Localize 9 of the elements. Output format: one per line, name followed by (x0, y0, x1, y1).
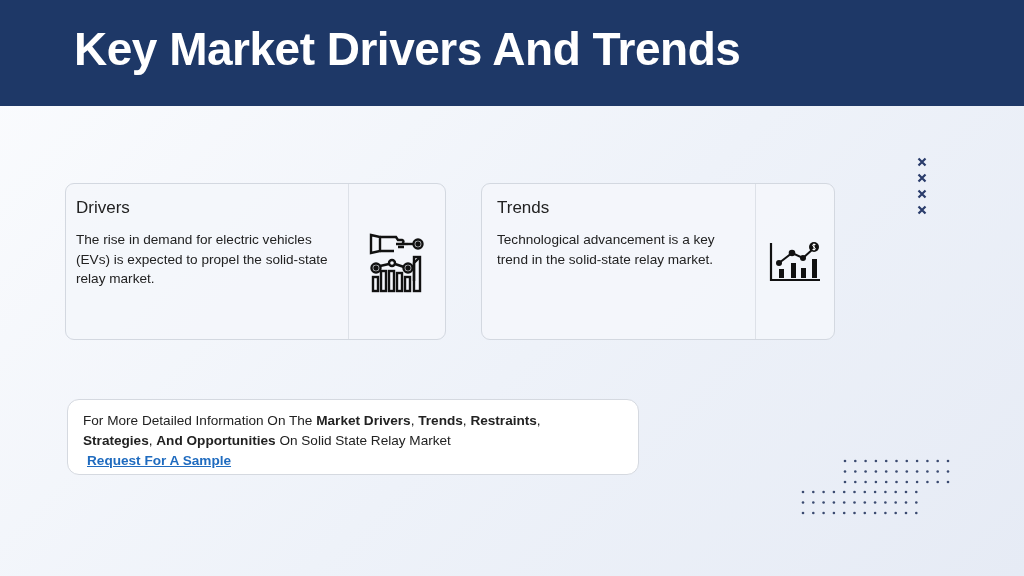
slide-title: Key Market Drivers And Trends (74, 22, 741, 76)
card-text: The rise in demand for electric vehicles (EVs) is expected to propel the solid-state relay market. (76, 231, 329, 288)
growth-chart-icon (769, 240, 821, 283)
request-sample-link[interactable]: Request For A Sample (87, 453, 232, 468)
card-heading: Trends (497, 198, 551, 218)
card-text: Technological advancement is a key trend in the solid-state relay market. (497, 231, 716, 269)
cross-marks-drawing (917, 157, 927, 215)
info-text: For More Detailed Information On The Market Drivers, Trends, Restraints, Strategies, And Opportunities On Solid State Relay Market Request For A Sample (83, 412, 542, 470)
card-heading: Drivers (76, 198, 131, 218)
